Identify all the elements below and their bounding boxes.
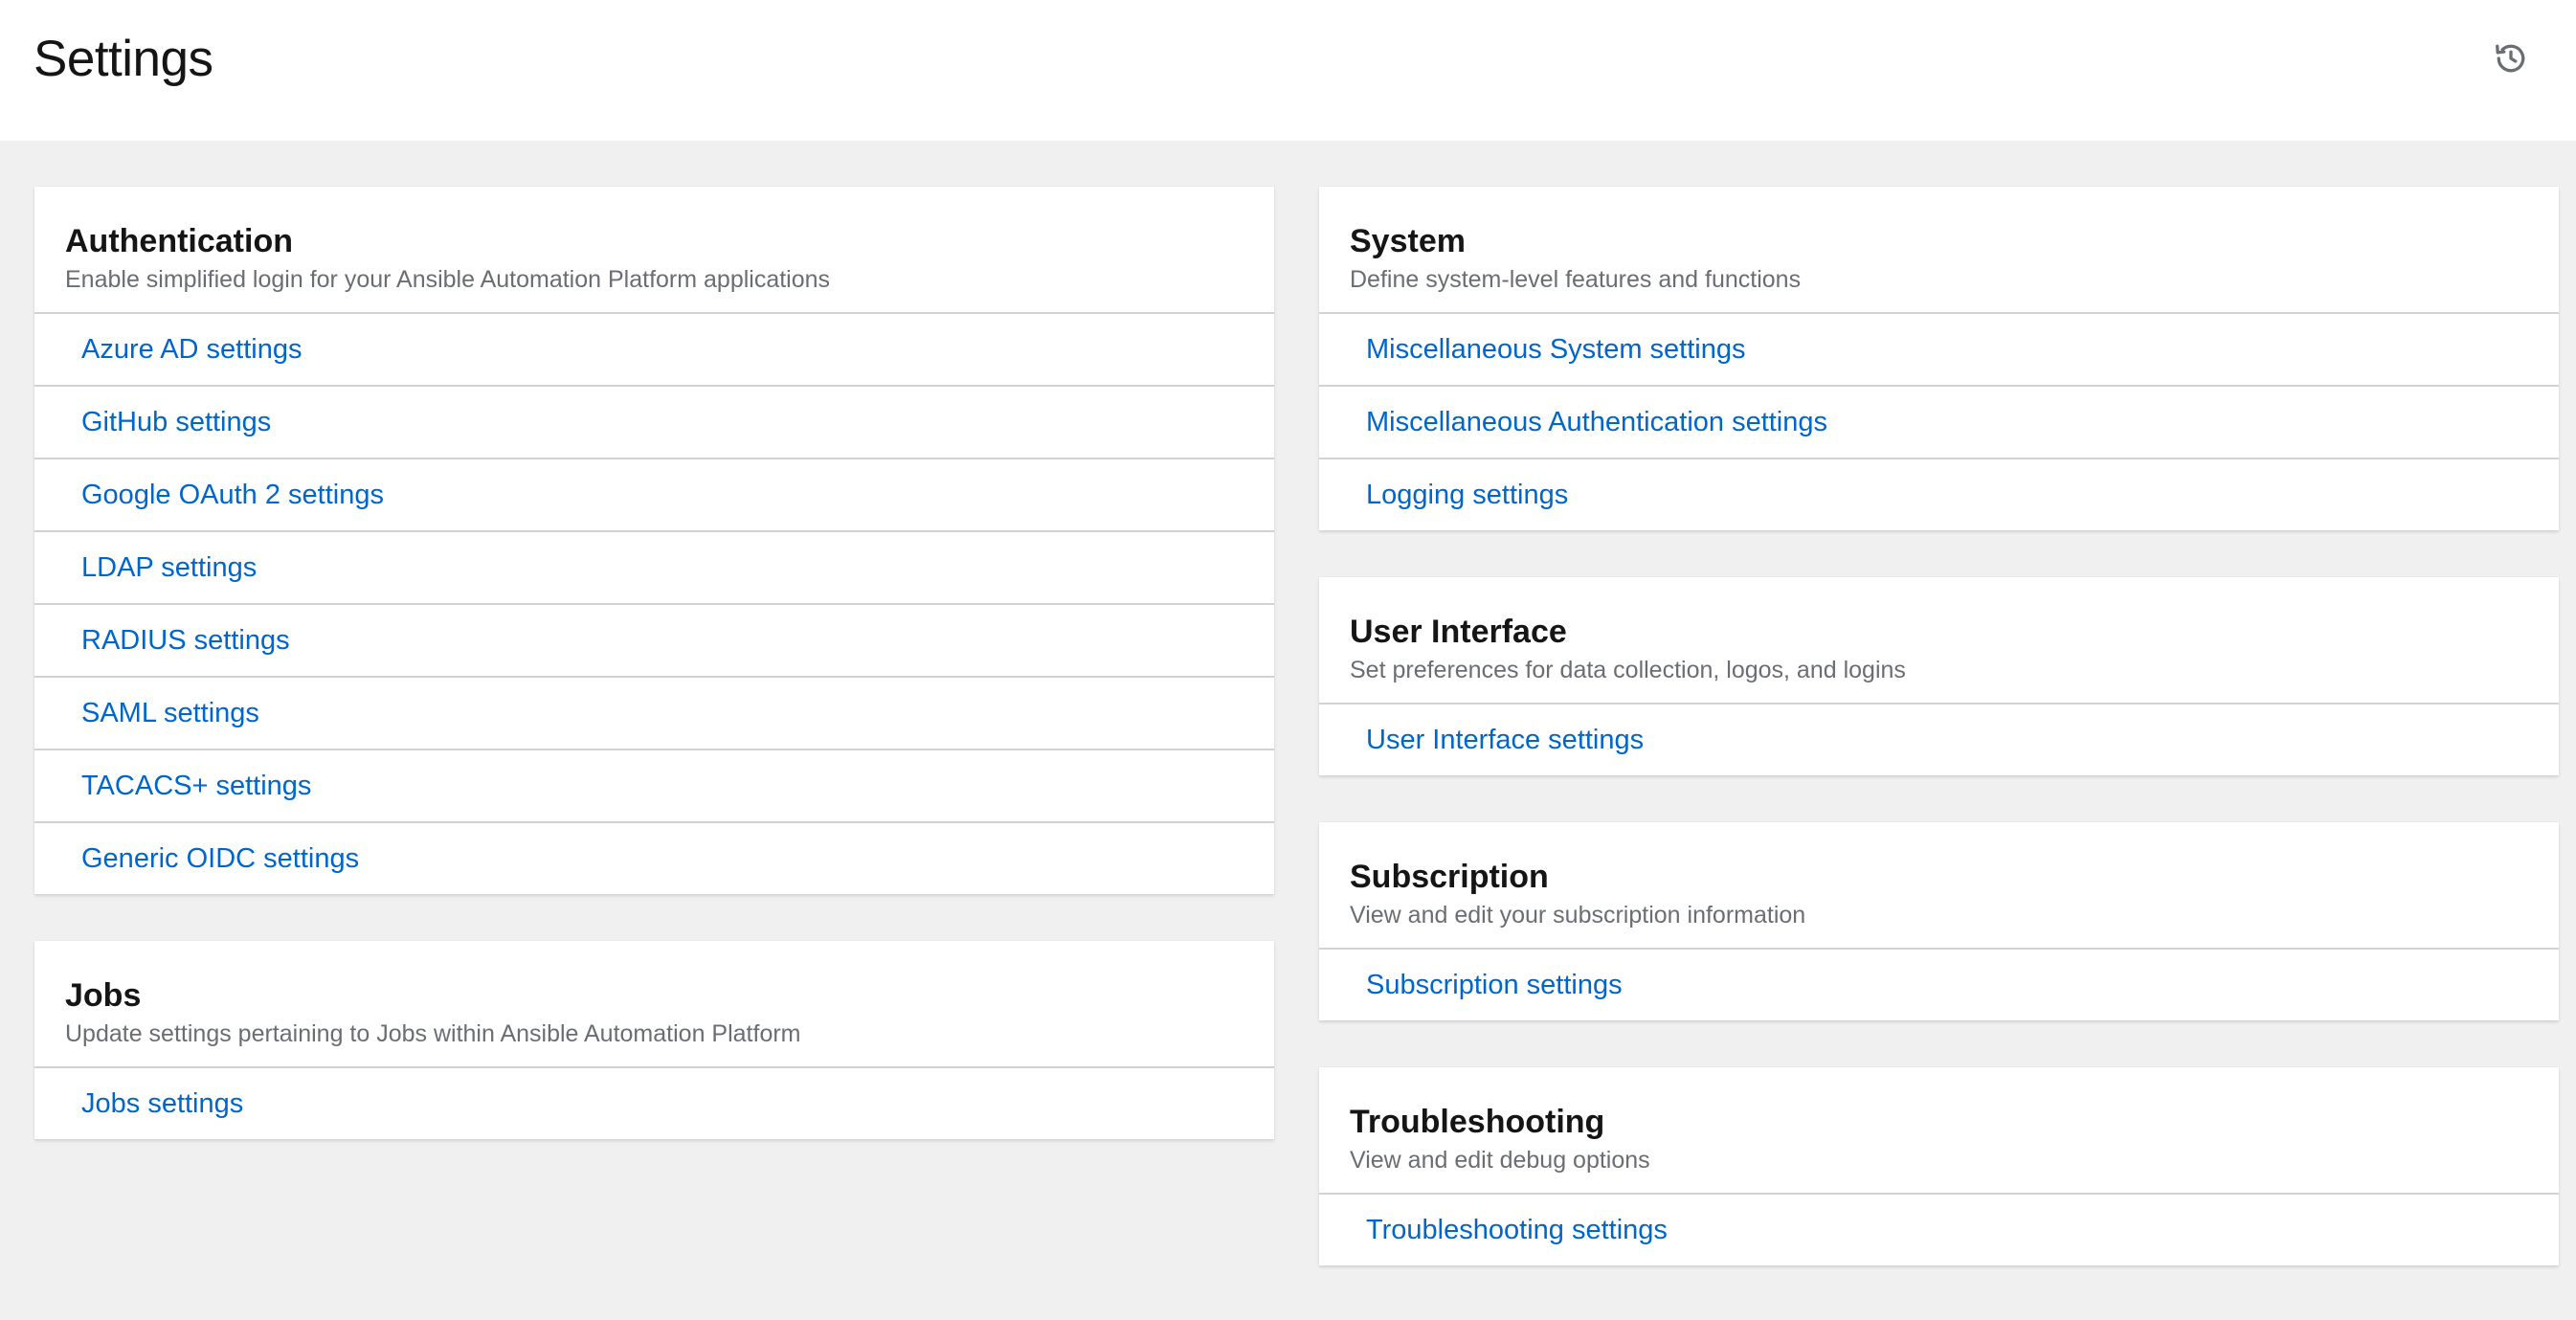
card-title: System <box>1350 223 1466 259</box>
card-header: Authentication Enable simplified login fo… <box>34 187 1274 314</box>
subscription-settings-link[interactable]: Subscription settings <box>1319 950 2559 1020</box>
github-settings-link[interactable]: GitHub settings <box>34 387 1274 459</box>
authentication-card: Authentication Enable simplified login fo… <box>34 187 1274 894</box>
radius-settings-link[interactable]: RADIUS settings <box>34 605 1274 678</box>
history-icon <box>2494 41 2528 80</box>
tacacs-settings-link[interactable]: TACACS+ settings <box>34 750 1274 823</box>
jobs-settings-link[interactable]: Jobs settings <box>34 1068 1274 1139</box>
history-button[interactable] <box>2491 40 2531 80</box>
saml-settings-link[interactable]: SAML settings <box>34 678 1274 750</box>
card-header: Jobs Update settings pertaining to Jobs w… <box>34 941 1274 1068</box>
card-description: Update settings pertaining to Jobs withi… <box>65 1020 801 1047</box>
troubleshooting-settings-link[interactable]: Troubleshooting settings <box>1319 1195 2559 1265</box>
user-interface-settings-link[interactable]: User Interface settings <box>1319 705 2559 775</box>
system-card: System Define system-level features and f… <box>1319 187 2559 530</box>
card-header: User Interface Set preferences for data c… <box>1319 577 2559 705</box>
card-title: Troubleshooting <box>1350 1104 1605 1140</box>
ldap-settings-link[interactable]: LDAP settings <box>34 532 1274 605</box>
miscellaneous-authentication-settings-link[interactable]: Miscellaneous Authentication settings <box>1319 387 2559 459</box>
card-description: Enable simplified login for your Ansible… <box>65 266 831 293</box>
generic-oidc-settings-link[interactable]: Generic OIDC settings <box>34 823 1274 894</box>
card-description: Define system-level features and functio… <box>1350 266 1802 293</box>
card-header: Troubleshooting View and edit debug optio… <box>1319 1067 2559 1195</box>
card-description: Set preferences for data collection, log… <box>1350 657 1906 683</box>
card-title: Authentication <box>65 223 293 259</box>
card-description: View and edit debug options <box>1350 1147 1650 1174</box>
jobs-card: Jobs Update settings pertaining to Jobs w… <box>34 941 1274 1139</box>
card-title: Subscription <box>1350 859 1549 895</box>
left-column: Authentication Enable simplified login fo… <box>34 187 1274 1186</box>
subscription-card: Subscription View and edit your subscript… <box>1319 822 2559 1020</box>
card-title: Jobs <box>65 977 142 1014</box>
azure-ad-settings-link[interactable]: Azure AD settings <box>34 314 1274 387</box>
google-oauth-2-settings-link[interactable]: Google OAuth 2 settings <box>34 459 1274 532</box>
page-title: Settings <box>34 31 213 87</box>
page-header: Settings <box>0 0 2576 141</box>
miscellaneous-system-settings-link[interactable]: Miscellaneous System settings <box>1319 314 2559 387</box>
card-title: User Interface <box>1350 614 1567 650</box>
right-column: System Define system-level features and f… <box>1319 187 2559 1312</box>
troubleshooting-card: Troubleshooting View and edit debug optio… <box>1319 1067 2559 1265</box>
card-description: View and edit your subscription informat… <box>1350 902 1806 928</box>
card-header: System Define system-level features and f… <box>1319 187 2559 314</box>
logging-settings-link[interactable]: Logging settings <box>1319 459 2559 530</box>
card-header: Subscription View and edit your subscript… <box>1319 822 2559 950</box>
user-interface-card: User Interface Set preferences for data c… <box>1319 577 2559 775</box>
